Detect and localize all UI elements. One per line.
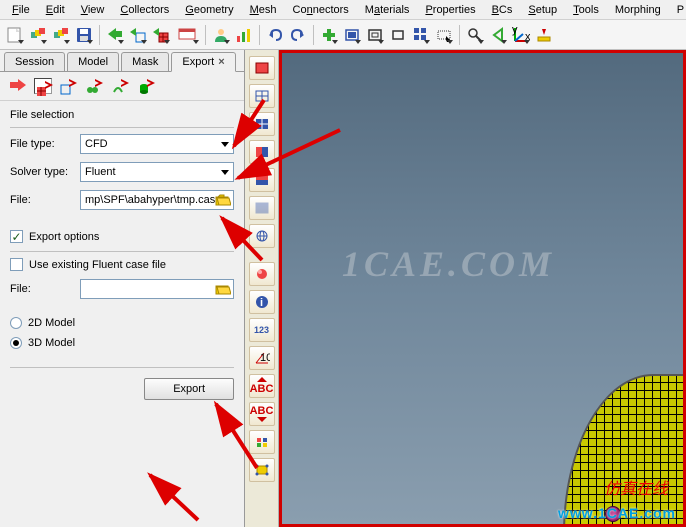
tool-chart[interactable] [233,24,255,46]
menu-file[interactable]: File [4,2,38,18]
menu-setup[interactable]: Setup [520,2,565,18]
tool-rect-simple[interactable] [387,24,409,46]
export-cylinder-icon[interactable] [138,78,156,94]
menu-connectors[interactable]: Connectors [285,2,357,18]
file2-label: File: [10,283,80,295]
tool-import-mesh[interactable] [150,24,172,46]
vt-mixed1[interactable] [249,140,275,164]
folder-open-icon[interactable] [215,192,231,208]
tab-session[interactable]: Session [4,52,65,71]
tool-new[interactable] [4,24,26,46]
viewport-toolbar: i 123 10 ABC ABC [245,50,279,527]
chevron-down-icon [221,142,229,147]
menu-collectors[interactable]: Collectors [112,2,177,18]
use-existing-label: Use existing Fluent case file [29,259,166,271]
tool-import-geom[interactable] [127,24,149,46]
tool-redo[interactable] [287,24,309,46]
tool-save[interactable] [73,24,95,46]
folder-open-icon[interactable] [215,281,231,297]
file-input[interactable]: mp\SPF\abahyper\tmp.cas [80,190,234,210]
vt-globe[interactable] [249,224,275,248]
file-type-label: File type: [10,138,80,150]
file-label: File: [10,194,80,206]
export-options-checkbox[interactable]: ✓ [10,230,23,243]
menu-morphing[interactable]: Morphing [607,2,669,18]
export-curve-icon[interactable] [112,78,130,94]
vt-style1[interactable] [249,262,275,286]
model-3d-radio[interactable] [10,337,22,349]
vt-abc-down[interactable]: ABC [249,402,275,426]
tool-rect-outline[interactable] [364,24,386,46]
tool-undo[interactable] [264,24,286,46]
vt-angle[interactable]: 10 [249,346,275,370]
tool-collector-green[interactable] [50,24,72,46]
tool-ppt[interactable] [173,24,201,46]
vt-abc-up[interactable]: ABC [249,374,275,398]
close-icon[interactable]: × [218,56,224,68]
model-3d-label: 3D Model [28,337,75,349]
chevron-down-icon [221,170,229,175]
vt-info[interactable]: i [249,290,275,314]
tool-back[interactable] [487,24,509,46]
tool-user[interactable] [210,24,232,46]
export-geom-icon[interactable] [60,78,78,94]
menu-edit[interactable]: Edit [38,2,73,18]
export-mesh-icon[interactable] [34,78,52,94]
watermark: 1CAE.COM [342,243,555,285]
brand-cn: 仿真在线 [604,475,668,499]
tool-collector-yellow[interactable] [27,24,49,46]
file2-input[interactable] [80,279,234,299]
model-2d-label: 2D Model [28,317,75,329]
tool-plus[interactable] [318,24,340,46]
solver-type-combo[interactable]: Fluent [80,162,234,182]
tool-measure[interactable] [533,24,555,46]
svg-text:y: y [512,26,518,36]
menu-tools[interactable]: Tools [565,2,607,18]
export-button[interactable]: Export [144,378,234,400]
vt-wire[interactable] [249,84,275,108]
file-selection-label: File selection [10,109,234,121]
vt-mixed2[interactable] [249,168,275,192]
svg-text:i: i [260,297,263,309]
tab-mask[interactable]: Mask [121,52,169,71]
menu-post[interactable]: P [669,2,686,18]
3d-viewport[interactable]: 1CAE.COM [279,50,686,527]
vt-123[interactable]: 123 [249,318,275,342]
use-existing-checkbox[interactable] [10,258,23,271]
tool-find[interactable] [464,24,486,46]
brand-url: www.1CAE.com [558,505,676,521]
vt-shrink[interactable] [249,430,275,454]
main-toolbar: yx [0,20,686,50]
file-type-combo[interactable]: CFD [80,134,234,154]
tool-rect-solid[interactable] [341,24,363,46]
menu-geometry[interactable]: Geometry [177,2,241,18]
vt-hidden[interactable] [249,112,275,136]
export-type-icons [0,72,244,101]
export-options-label: Export options [29,231,99,243]
vt-transparent[interactable] [249,196,275,220]
vt-box[interactable] [249,458,275,482]
menu-bar: File Edit View Collectors Geometry Mesh … [0,0,686,20]
solver-type-label: Solver type: [10,166,80,178]
svg-text:10: 10 [260,352,270,364]
menu-mesh[interactable]: Mesh [242,2,285,18]
vt-shaded[interactable] [249,56,275,80]
model-2d-radio[interactable] [10,317,22,329]
export-conn-icon[interactable] [86,78,104,94]
tab-bar: Session Model Mask Export× [0,50,244,72]
menu-properties[interactable]: Properties [417,2,483,18]
export-red-icon[interactable] [8,78,26,94]
export-form: File selection File type: CFD Solver typ… [0,101,244,408]
tool-axes[interactable]: yx [510,24,532,46]
left-panel: Session Model Mask Export× File selectio… [0,50,245,527]
tab-model[interactable]: Model [67,52,119,71]
menu-materials[interactable]: Materials [357,2,418,18]
tool-import-arrow[interactable] [104,24,126,46]
menu-view[interactable]: View [73,2,113,18]
tab-export[interactable]: Export× [171,52,235,72]
tool-views[interactable] [410,24,432,46]
menu-bcs[interactable]: BCs [484,2,521,18]
tool-select-window[interactable] [433,24,455,46]
